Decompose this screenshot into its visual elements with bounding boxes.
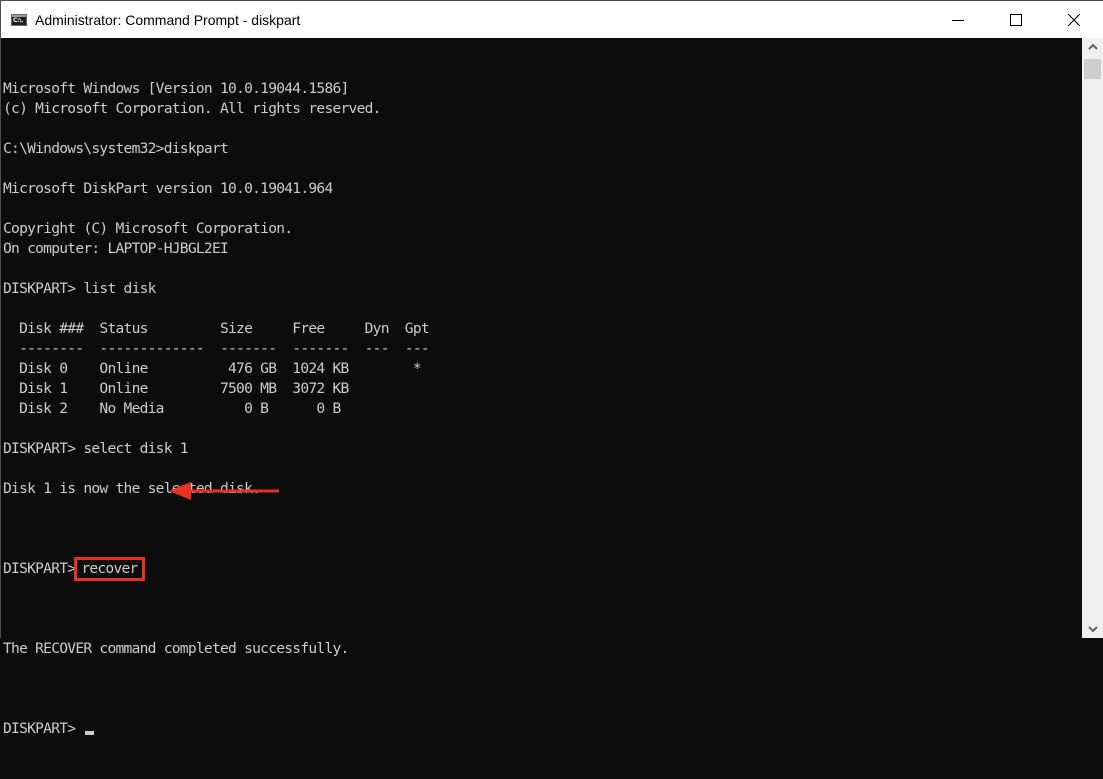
highlighted-command: recover: [74, 557, 145, 581]
active-prompt-line[interactable]: DISKPART>: [3, 719, 1081, 739]
console-line: -------- ------------- ------- ------- -…: [3, 340, 430, 357]
console-line: Microsoft DiskPart version 10.0.19041.96…: [3, 180, 333, 197]
console-line: On computer: LAPTOP-HJBGL2EI: [3, 240, 229, 257]
final-prompt: DISKPART>: [3, 720, 84, 737]
vertical-scrollbar[interactable]: [1082, 38, 1103, 638]
close-button[interactable]: [1045, 1, 1103, 38]
window-title: Administrator: Command Prompt - diskpart: [35, 11, 301, 28]
chevron-up-icon: [1087, 43, 1098, 50]
prompt: DISKPART>: [3, 560, 76, 577]
close-icon: [1068, 13, 1080, 26]
scroll-thumb[interactable]: [1084, 59, 1101, 79]
scroll-down-button[interactable]: [1082, 621, 1103, 638]
console-line: Disk ### Status Size Free Dyn Gpt: [3, 320, 430, 337]
console-line: The RECOVER command completed successful…: [3, 640, 349, 657]
console-line: Disk 1 is now the selected disk.: [3, 480, 261, 497]
text-cursor: [85, 731, 95, 735]
console-output[interactable]: Microsoft Windows [Version 10.0.19044.15…: [1, 38, 1081, 737]
cmd-icon-label: C:\.: [13, 16, 24, 24]
console-line: DISKPART> select disk 1: [3, 440, 189, 457]
annotation-arrow-icon: [169, 482, 279, 500]
maximize-button[interactable]: [987, 1, 1045, 38]
console-line: Disk 2 No Media 0 B 0 B: [3, 400, 341, 417]
recover-command-line: DISKPART> recover: [3, 557, 1081, 581]
console-line: Copyright (C) Microsoft Corporation.: [3, 220, 293, 237]
console-line: DISKPART> list disk: [3, 280, 156, 297]
cmd-icon[interactable]: C:\.: [11, 13, 27, 26]
chevron-down-icon: [1087, 626, 1098, 633]
minimize-icon: [952, 19, 964, 21]
minimize-button[interactable]: [929, 1, 987, 38]
window-controls: [929, 1, 1103, 38]
console-result-lines: The RECOVER command completed successful…: [3, 619, 1081, 679]
title-bar[interactable]: C:\. Administrator: Command Prompt - dis…: [1, 1, 1103, 38]
maximize-icon: [1010, 13, 1022, 26]
console-line: C:\Windows\system32>diskpart: [3, 140, 229, 157]
console-lines: Microsoft Windows [Version 10.0.19044.15…: [3, 79, 1081, 519]
scroll-up-button[interactable]: [1082, 38, 1103, 55]
command-prompt-window: C:\. Administrator: Command Prompt - dis…: [0, 0, 1103, 737]
console-line: (c) Microsoft Corporation. All rights re…: [3, 100, 381, 117]
console-line: Microsoft Windows [Version 10.0.19044.15…: [3, 80, 349, 97]
console-line: Disk 0 Online 476 GB 1024 KB *: [3, 360, 422, 377]
console-line: Disk 1 Online 7500 MB 3072 KB: [3, 380, 349, 397]
